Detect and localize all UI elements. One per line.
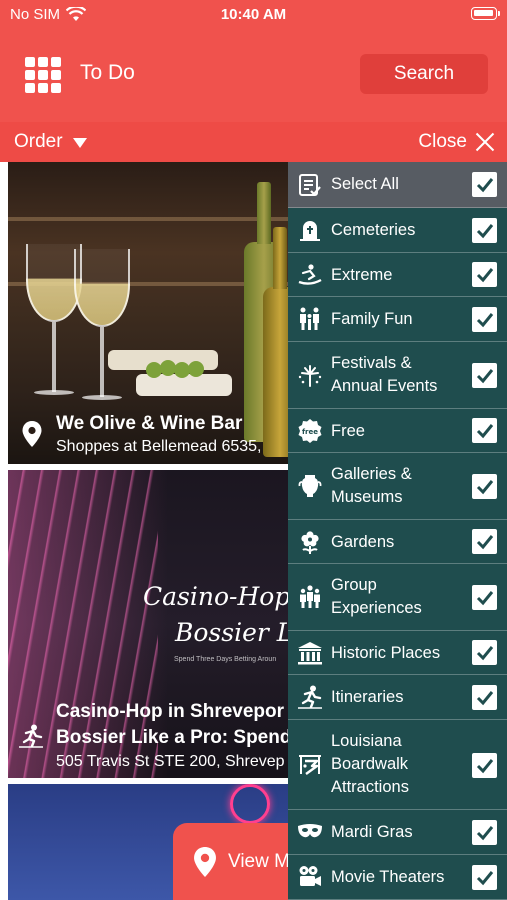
card-subtitle: Shoppes at Bellemead 6535, xyxy=(56,438,262,455)
free-badge-icon: free xyxy=(297,418,323,444)
filter-row-movie-theaters[interactable]: Movie Theaters xyxy=(288,855,507,900)
filter-label: Extreme xyxy=(331,266,393,284)
filter-bar: Order Close xyxy=(0,122,507,162)
checkbox[interactable] xyxy=(472,685,497,710)
search-button[interactable]: Search xyxy=(360,54,488,94)
checkmark-icon xyxy=(476,267,493,282)
group-icon xyxy=(297,584,323,610)
filter-label: Historic Places xyxy=(331,644,441,662)
vase-icon xyxy=(297,473,323,499)
close-button[interactable]: Close xyxy=(418,131,495,153)
filter-row-cemeteries[interactable]: Cemeteries xyxy=(288,208,507,253)
shelf-line xyxy=(8,217,288,221)
filter-row-gardens[interactable]: Gardens xyxy=(288,520,507,564)
trail-icon xyxy=(19,724,43,748)
neon-tower-image xyxy=(230,784,270,824)
boardwalk-icon xyxy=(297,752,323,778)
map-pin-icon xyxy=(22,421,42,447)
checkmark-icon xyxy=(476,479,493,494)
nav-bar: To Do Search xyxy=(0,30,507,122)
checkmark-icon xyxy=(476,223,493,238)
columns-icon xyxy=(297,640,323,666)
filter-row-historic-places[interactable]: Historic Places xyxy=(288,631,507,675)
filter-row-galleries[interactable]: Galleries & Museums xyxy=(288,453,507,520)
checkbox[interactable] xyxy=(472,172,497,197)
checkbox[interactable] xyxy=(472,474,497,499)
checkbox[interactable] xyxy=(472,753,497,778)
flower-icon xyxy=(297,529,323,555)
svg-text:free: free xyxy=(302,428,318,436)
filter-label: Select All xyxy=(331,175,399,193)
checkmark-icon xyxy=(476,312,493,327)
checkmark-icon xyxy=(476,423,493,438)
checkmark-icon xyxy=(476,368,493,383)
filter-label: Cemeteries xyxy=(331,221,416,239)
checkbox[interactable] xyxy=(472,865,497,890)
filter-row-family-fun[interactable]: Family Fun xyxy=(288,297,507,342)
filter-label: Gardens xyxy=(331,533,395,551)
checkbox[interactable] xyxy=(472,640,497,665)
filter-row-boardwalk[interactable]: Louisiana Boardwalk Attractions xyxy=(288,720,507,810)
category-filter-panel: Select All Cemeteries Extreme Family Fun… xyxy=(288,162,507,900)
checkbox[interactable] xyxy=(472,418,497,443)
filter-row-group-experiences[interactable]: Group Experiences xyxy=(288,564,507,631)
checkbox[interactable] xyxy=(472,307,497,332)
checkmark-icon xyxy=(476,758,493,773)
filter-row-extreme[interactable]: Extreme xyxy=(288,253,507,297)
filter-label: Movie Theaters xyxy=(331,868,445,886)
film-camera-icon xyxy=(297,864,323,890)
grid-menu-icon[interactable] xyxy=(25,57,61,93)
checkbox[interactable] xyxy=(472,529,497,554)
checkmark-icon xyxy=(476,645,493,660)
checkmark-icon xyxy=(476,534,493,549)
view-map-label: View M xyxy=(228,851,290,872)
checkbox[interactable] xyxy=(472,218,497,243)
checkmark-icon xyxy=(476,590,493,605)
image-tagline: Spend Three Days Betting Aroun xyxy=(174,656,277,663)
checkmark-icon xyxy=(476,177,493,192)
filter-label: Louisiana Boardwalk Attractions xyxy=(331,732,409,796)
close-icon xyxy=(475,132,495,152)
hiker-icon xyxy=(297,684,323,710)
status-bar: No SIM 10:40 AM xyxy=(0,0,507,30)
snowboarder-icon xyxy=(297,262,323,288)
battery-icon xyxy=(471,7,500,20)
filter-label: Free xyxy=(331,422,365,440)
mask-icon xyxy=(297,819,323,845)
card-title-line2: Bossier Like a Pro: Spend xyxy=(56,727,292,748)
checkmark-icon xyxy=(476,870,493,885)
filter-row-select-all[interactable]: Select All xyxy=(288,162,507,208)
caret-down-icon xyxy=(72,138,87,148)
page-title: To Do xyxy=(80,61,135,84)
card-subtitle: 505 Travis St STE 200, Shrevep xyxy=(56,753,285,770)
order-label: Order xyxy=(14,131,63,152)
filter-label: Family Fun xyxy=(331,310,413,328)
filter-label: Mardi Gras xyxy=(331,823,413,841)
card-title: Casino-Hop in Shrevepor xyxy=(56,701,285,722)
filter-row-free[interactable]: free Free xyxy=(288,409,507,453)
map-pin-icon xyxy=(194,847,216,877)
checkbox[interactable] xyxy=(472,262,497,287)
grape xyxy=(188,361,204,377)
checkmark-icon xyxy=(476,825,493,840)
checkbox[interactable] xyxy=(472,585,497,610)
checkbox[interactable] xyxy=(472,363,497,388)
tombstone-icon xyxy=(297,217,323,243)
list-check-icon xyxy=(297,172,323,198)
close-label: Close xyxy=(418,131,467,152)
filter-row-festivals[interactable]: Festivals & Annual Events xyxy=(288,342,507,409)
checkbox[interactable] xyxy=(472,820,497,845)
order-dropdown[interactable]: Order xyxy=(14,131,87,153)
filter-label: Group Experiences xyxy=(331,576,422,617)
checkmark-icon xyxy=(476,690,493,705)
filter-label: Festivals & Annual Events xyxy=(331,354,438,395)
filter-label: Itineraries xyxy=(331,688,404,706)
filter-row-itineraries[interactable]: Itineraries xyxy=(288,675,507,720)
fireworks-icon xyxy=(297,362,323,388)
status-time: 10:40 AM xyxy=(220,6,287,23)
family-icon xyxy=(297,306,323,332)
filter-row-mardi-gras[interactable]: Mardi Gras xyxy=(288,810,507,855)
filter-label: Galleries & Museums xyxy=(331,465,412,506)
card-title: We Olive & Wine Bar xyxy=(56,413,243,434)
